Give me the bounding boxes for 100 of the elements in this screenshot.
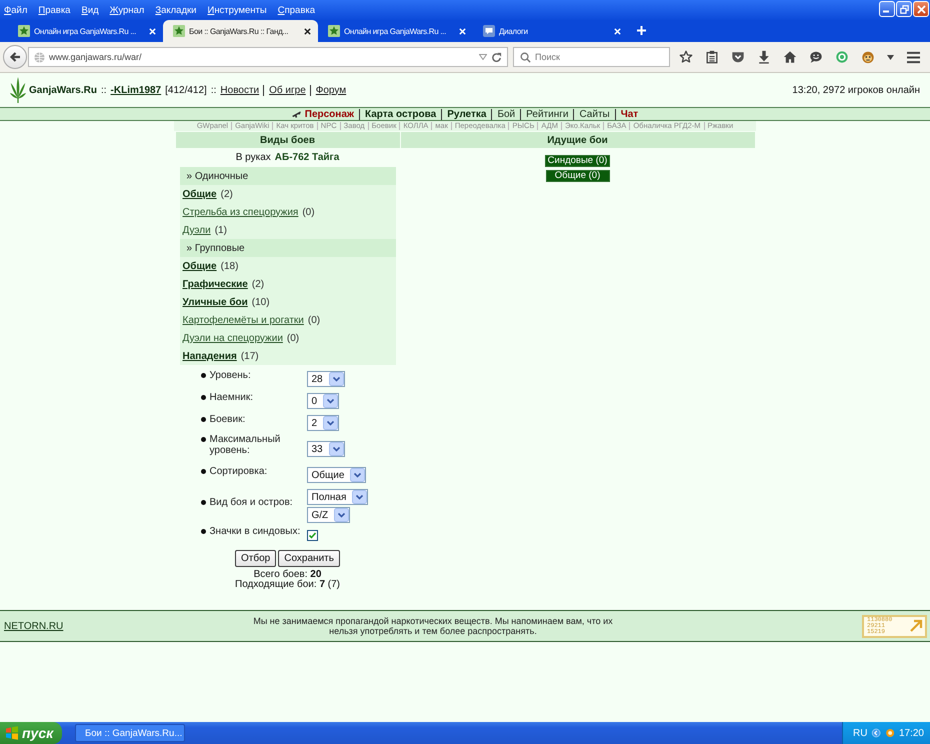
- dropdown[interactable]: Общие: [306, 467, 366, 483]
- dropdown-arrow-icon[interactable]: [479, 54, 487, 60]
- start-button[interactable]: пуск: [0, 722, 62, 744]
- group-header: » Одиночные: [180, 167, 396, 185]
- header-link[interactable]: Об игре: [263, 84, 306, 96]
- task-button[interactable]: Бои :: GanjaWars.Ru...: [75, 724, 185, 742]
- bullet-icon: [200, 437, 206, 442]
- close-icon[interactable]: [304, 28, 311, 34]
- battle-type-link[interactable]: Нападения: [182, 350, 237, 362]
- nav-link[interactable]: Сайты: [574, 108, 615, 120]
- battle-type-link[interactable]: Дуэли на спецоружии: [182, 332, 283, 344]
- group-header: » Групповые: [180, 239, 396, 257]
- browser-tab[interactable]: Онлайн игра GanjaWars.Ru ...: [8, 20, 163, 42]
- browser-tab[interactable]: Диалоги: [473, 20, 628, 42]
- menu-item[interactable]: Справка: [278, 4, 316, 16]
- count-text: (0): [308, 314, 320, 326]
- header-link[interactable]: Форум: [310, 84, 346, 96]
- battle-category-button[interactable]: Синдовые (0): [544, 155, 610, 167]
- dropdown[interactable]: 0: [306, 393, 340, 409]
- total-text: Подходящие бои: 7 (7): [235, 580, 340, 590]
- restore-button[interactable]: [896, 1, 912, 17]
- tray-app-icon[interactable]: [886, 727, 894, 739]
- action-button[interactable]: Сохранить: [278, 550, 340, 567]
- battle-type-link[interactable]: Уличные бои: [182, 296, 248, 308]
- bullet-icon: [200, 500, 206, 504]
- arrow-left-icon: [9, 51, 21, 63]
- dropdown[interactable]: 2: [306, 415, 340, 431]
- username-link[interactable]: -KLim1987: [110, 84, 162, 96]
- globe-icon: [34, 52, 45, 62]
- count-text: (2): [220, 188, 233, 200]
- action-button[interactable]: Отбор: [235, 550, 276, 567]
- browser-tab[interactable]: Бои :: GanjaWars.Ru :: Ганд...: [163, 20, 318, 42]
- stat-text: [412/412]: [165, 84, 207, 96]
- download-icon[interactable]: [757, 50, 771, 64]
- menu-item[interactable]: Вид: [81, 4, 99, 16]
- plus-icon[interactable]: [637, 26, 646, 35]
- minimize-button[interactable]: [879, 1, 895, 17]
- face-icon[interactable]: [861, 50, 875, 64]
- menu-item[interactable]: Инструменты: [207, 4, 267, 16]
- battle-type-link[interactable]: Общие: [182, 188, 217, 200]
- bullet-icon: [200, 468, 206, 474]
- menu-item[interactable]: Закладки: [155, 4, 196, 16]
- filter-label: Значки в синдовых:: [210, 526, 302, 537]
- chevron-down-icon: [352, 490, 368, 504]
- star-tile-icon: [328, 25, 340, 37]
- star-tile-icon: [18, 25, 30, 37]
- site-name: GanjaWars.Ru: [29, 84, 97, 96]
- close-button[interactable]: [913, 1, 929, 17]
- battle-type-link[interactable]: Общие: [182, 260, 217, 272]
- clock: 17:20: [898, 728, 924, 738]
- chevron-left-icon[interactable]: [872, 727, 881, 739]
- nav-link[interactable]: Персонаж: [300, 108, 359, 120]
- footer-link[interactable]: NETORN.RU: [4, 620, 94, 632]
- dropdown[interactable]: 28: [306, 371, 345, 387]
- menu-item[interactable]: Правка: [38, 4, 70, 16]
- bullet-icon: [200, 416, 206, 422]
- weapon-name: АБ-762 Тайга: [274, 152, 340, 163]
- caret-icon[interactable]: [887, 54, 894, 60]
- count-text: (0): [286, 332, 300, 344]
- nav-link[interactable]: Чат: [616, 108, 644, 120]
- nav-link[interactable]: Рейтинги: [521, 108, 574, 120]
- bullet-icon: [200, 372, 206, 378]
- battle-type-link[interactable]: Стрельба из спецоружия: [182, 206, 298, 218]
- chevron-down-icon: [323, 394, 338, 408]
- dropdown[interactable]: 33: [306, 441, 345, 457]
- home-icon[interactable]: [783, 50, 797, 64]
- dropdown[interactable]: Полная: [306, 489, 368, 505]
- menu-item[interactable]: Журнал: [110, 4, 144, 16]
- battle-type-link[interactable]: Дуэли: [182, 224, 211, 236]
- reload-icon[interactable]: [491, 52, 502, 62]
- bookmark-star-icon[interactable]: [679, 50, 693, 64]
- nav-link[interactable]: Рулетка: [442, 108, 492, 120]
- arrow-up-right-icon: [909, 619, 923, 633]
- menu-item[interactable]: Файл: [4, 4, 28, 16]
- address-field[interactable]: www.ganjawars.ru/war/: [28, 47, 508, 67]
- header-link[interactable]: Новости: [220, 84, 260, 96]
- dropdown[interactable]: G/Z: [306, 507, 350, 523]
- filter-label: Боевик:: [210, 414, 246, 424]
- chevron-shield-icon[interactable]: [731, 50, 745, 64]
- leaf-logo-icon: [10, 77, 26, 103]
- chat-bubble-icon[interactable]: [809, 50, 823, 64]
- battle-type-link[interactable]: Картофелемёты и рогатки: [182, 314, 304, 326]
- clipboard-icon[interactable]: [705, 50, 719, 64]
- back-button[interactable]: [3, 45, 27, 69]
- close-icon: [916, 4, 926, 14]
- nav-link[interactable]: Бой: [492, 108, 520, 120]
- chevron-down-icon: [328, 442, 344, 456]
- column-header: Виды боев: [176, 132, 400, 148]
- battle-category-button[interactable]: Общие (0): [546, 170, 610, 182]
- search-field[interactable]: Поиск: [513, 47, 670, 67]
- chevron-down-icon: [328, 372, 344, 386]
- ring-icon[interactable]: [835, 50, 849, 64]
- nav-link[interactable]: Карта острова: [360, 108, 442, 120]
- checkbox[interactable]: [306, 530, 318, 541]
- menu-icon[interactable]: [906, 50, 921, 64]
- browser-tab[interactable]: Онлайн игра GanjaWars.Ru ...: [318, 20, 473, 42]
- battle-type-link[interactable]: Графические: [182, 278, 248, 290]
- bullet-icon: [200, 394, 206, 400]
- separator: ::: [100, 84, 107, 96]
- weapon-label: В руках: [236, 152, 271, 163]
